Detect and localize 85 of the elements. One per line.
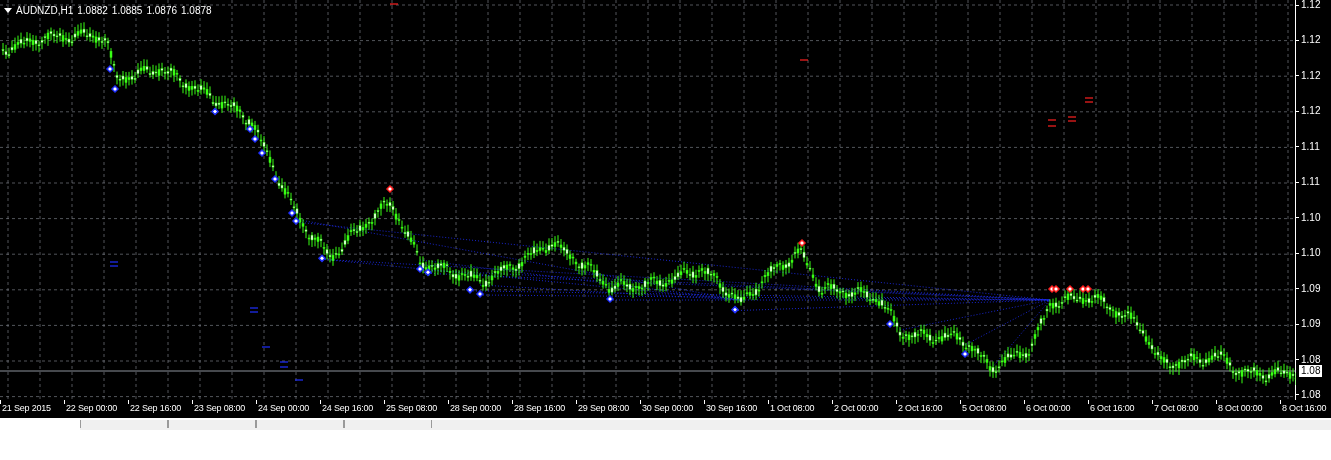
diamond-marker <box>730 305 740 314</box>
ohlc-price: 1.0878 <box>181 4 212 18</box>
diamond-marker <box>1051 284 1061 294</box>
diamond-marker <box>287 208 297 218</box>
diamond-marker <box>1083 284 1093 294</box>
ohlc-price: 1.0885 <box>111 4 143 18</box>
level-tick <box>389 3 399 5</box>
price-label: 1.12 <box>1301 35 1321 46</box>
diamond-marker <box>465 285 475 294</box>
price-label: 1.11 <box>1301 177 1320 188</box>
price-label: 1.09 <box>1301 283 1321 294</box>
level-tick <box>249 307 259 309</box>
diamond-marker <box>797 238 807 248</box>
diamond-marker <box>385 184 395 194</box>
level-tick <box>279 366 289 368</box>
price-label: 1.12 <box>1301 106 1321 117</box>
price-label: 1.11 <box>1301 141 1320 152</box>
price-label: 1.09 <box>1301 319 1321 330</box>
time-label: 6 Oct 16:00 <box>1090 404 1135 413</box>
level-tick <box>1084 101 1094 103</box>
diamond-marker <box>210 107 220 116</box>
level-tick <box>1047 119 1057 121</box>
level-tick <box>279 361 289 363</box>
time-label: 7 Oct 08:00 <box>1154 404 1199 413</box>
time-label: 28 Sep 16:00 <box>514 404 566 413</box>
time-label: 30 Sep 00:00 <box>642 404 694 413</box>
price-label: 1.08 <box>1301 390 1321 400</box>
diamond-marker <box>245 124 255 134</box>
diamond-marker <box>475 289 485 299</box>
time-label: 24 Sep 00:00 <box>258 404 310 413</box>
price-label: 1.10 <box>1301 212 1321 223</box>
diamond-marker <box>1065 284 1075 294</box>
time-label: 8 Oct 16:00 <box>1282 404 1327 413</box>
diamond-marker <box>270 174 280 184</box>
current-price-label: 1.08 <box>1299 365 1323 377</box>
chart-tab[interactable] <box>168 420 256 428</box>
price-label: 1.12 <box>1301 0 1321 10</box>
level-tick <box>799 59 809 61</box>
level-tick <box>109 265 119 267</box>
time-label: 30 Sep 16:00 <box>706 404 758 413</box>
time-label: 22 Sep 16:00 <box>130 404 182 413</box>
time-label: 28 Sep 00:00 <box>450 404 502 413</box>
diamond-marker <box>291 216 301 226</box>
level-tick <box>249 311 259 313</box>
time-label: 6 Oct 00:00 <box>1026 404 1071 413</box>
level-tick <box>109 261 119 263</box>
chart-symbol: AUDNZD,H1 <box>16 4 74 18</box>
price-label: 1.12 <box>1301 70 1321 81</box>
diamond-marker <box>605 294 615 304</box>
level-tick <box>1047 125 1057 127</box>
diamond-marker <box>317 254 327 263</box>
time-label: 2 Oct 00:00 <box>834 404 879 413</box>
diamond-marker <box>257 148 267 158</box>
price-label: 1.08 <box>1301 354 1321 365</box>
level-tick <box>1084 97 1094 99</box>
chart-tab[interactable] <box>344 420 432 428</box>
diamond-marker <box>110 84 120 94</box>
level-tick <box>294 379 304 381</box>
time-label: 23 Sep 08:00 <box>194 404 246 413</box>
time-label: 2 Oct 16:00 <box>898 404 943 413</box>
level-tick <box>1067 116 1077 118</box>
diamond-marker <box>1047 284 1057 294</box>
ohlc-price: 1.0876 <box>146 4 177 18</box>
chart-tab[interactable] <box>80 420 168 428</box>
chart-tab[interactable] <box>256 420 344 428</box>
dropdown-arrow-icon[interactable] <box>4 7 12 14</box>
diamond-marker <box>423 268 433 277</box>
diamond-marker <box>415 264 425 274</box>
time-label: 24 Sep 16:00 <box>322 404 374 413</box>
time-label: 25 Sep 08:00 <box>386 404 438 413</box>
diamond-marker <box>105 64 115 74</box>
level-tick <box>1067 120 1077 122</box>
time-label: 1 Oct 08:00 <box>770 404 815 413</box>
diamond-marker <box>960 349 970 359</box>
time-label: 5 Oct 08:00 <box>962 404 1007 413</box>
price-label: 1.10 <box>1301 248 1321 259</box>
time-label: 8 Oct 00:00 <box>1218 404 1263 413</box>
time-label: 21 Sep 2015 <box>2 404 51 413</box>
time-label: 29 Sep 08:00 <box>578 404 630 413</box>
level-tick <box>261 346 271 348</box>
diamond-marker <box>250 134 260 144</box>
diamond-marker <box>885 319 895 329</box>
diamond-marker <box>1078 284 1088 294</box>
time-label: 22 Sep 00:00 <box>66 404 118 413</box>
ohlc-price: 1.0882 <box>77 4 108 18</box>
